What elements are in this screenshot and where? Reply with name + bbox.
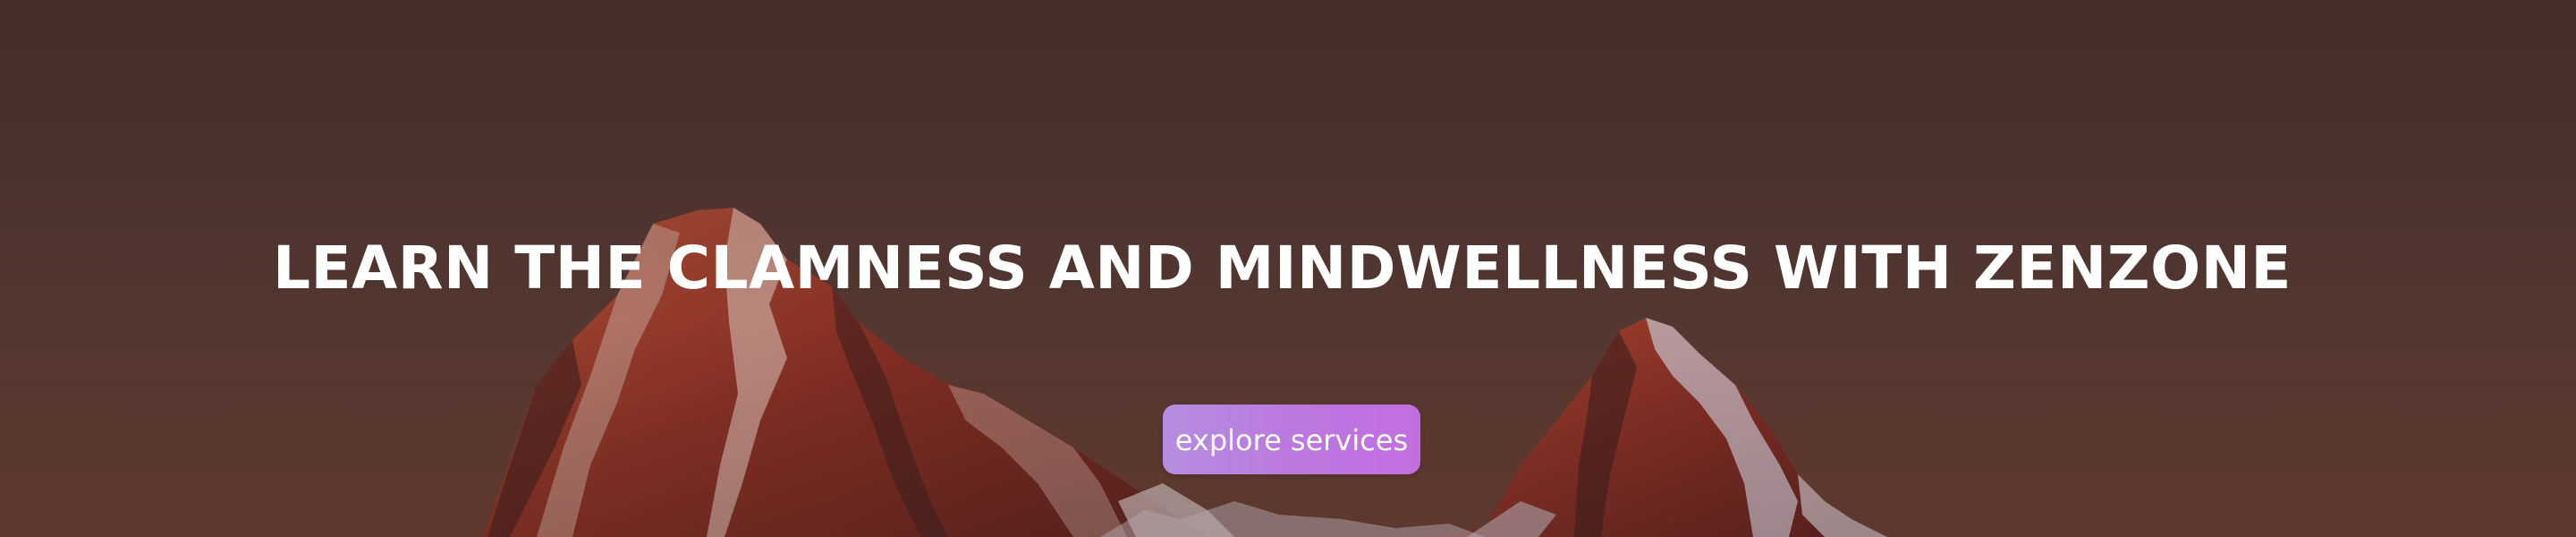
hero-headline: LEARN THE CLAMNESS AND MINDWELLNESS WITH…: [273, 234, 2292, 303]
explore-services-button[interactable]: explore services: [1163, 405, 1420, 474]
hero-section: LEARN THE CLAMNESS AND MINDWELLNESS WITH…: [0, 0, 2576, 537]
